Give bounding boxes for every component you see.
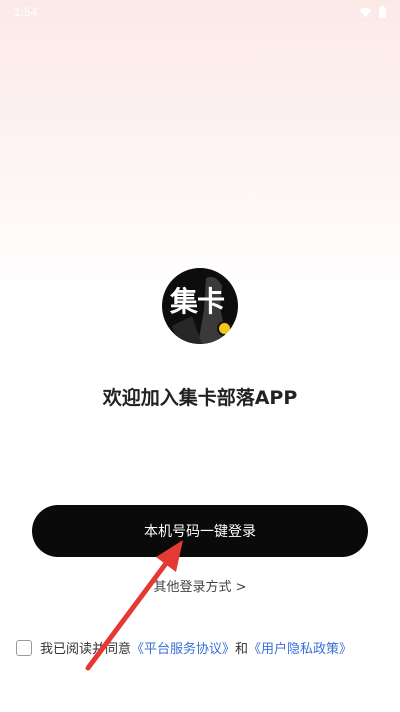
agreement-checkbox[interactable] (16, 639, 32, 656)
status-bar: 1:54 (0, 0, 400, 24)
other-login-methods-link[interactable]: 其他登录方式 > (0, 576, 400, 595)
battery-icon (379, 6, 386, 18)
privacy-policy-link[interactable]: 《用户隐私政策》 (248, 638, 352, 657)
status-time: 1:54 (14, 5, 38, 19)
agreement-row: 我已阅读并同意 《平台服务协议》 和 《用户隐私政策》 (16, 638, 352, 657)
login-button-label: 本机号码一键登录 (144, 524, 256, 540)
welcome-title: 欢迎加入集卡部落APP (102, 387, 298, 409)
logo-text: 集卡 (170, 285, 225, 318)
wifi-icon (359, 7, 372, 17)
logo-badge (217, 321, 232, 336)
agreement-conjunction: 和 (235, 642, 249, 657)
agreement-prefix: 我已阅读并同意 (40, 642, 132, 657)
status-icons (359, 6, 386, 18)
one-click-login-button[interactable]: 本机号码一键登录 (32, 505, 368, 557)
annotation-arrow-icon (85, 540, 183, 671)
service-agreement-link[interactable]: 《平台服务协议》 (131, 638, 235, 657)
app-logo: 集卡 (162, 268, 238, 344)
